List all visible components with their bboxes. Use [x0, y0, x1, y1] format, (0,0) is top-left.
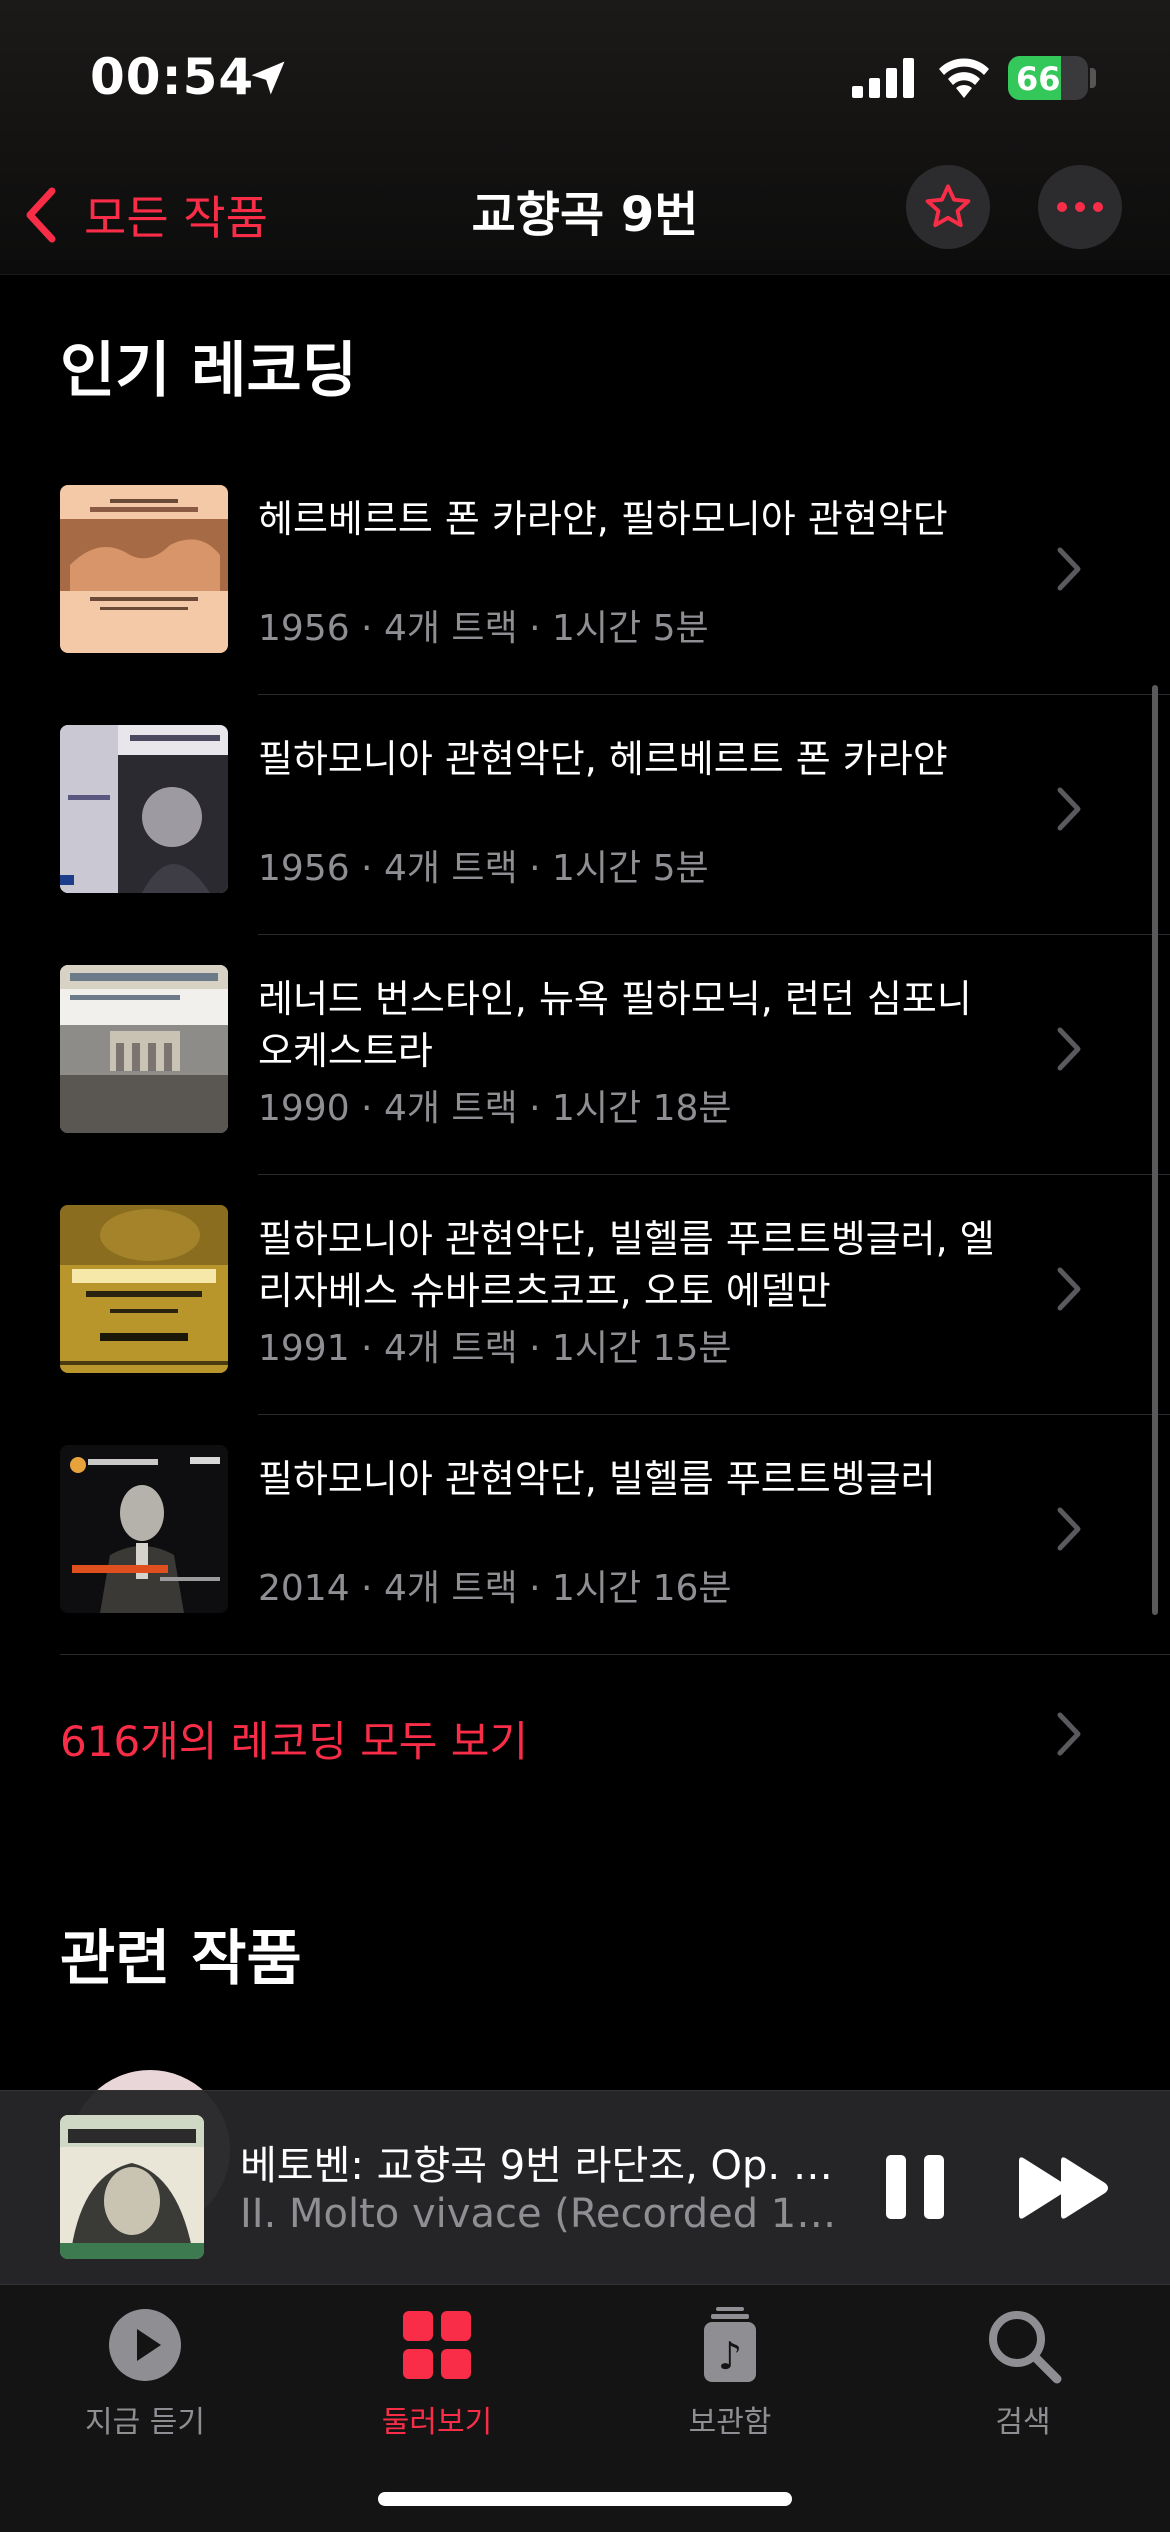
chevron-right-icon	[1057, 787, 1081, 831]
back-button[interactable]: 모든 작품	[22, 180, 268, 250]
star-icon	[925, 184, 971, 228]
recording-title: 레너드 번스타인, 뉴욕 필하모닉, 런던 심포니 오케스트라	[258, 977, 972, 1073]
mini-player[interactable]: 베토벤: 교향곡 9번 라단조, Op. 125 "합창" II. Molto …	[0, 2090, 1170, 2285]
back-button-label: 모든 작품	[84, 191, 268, 245]
status-bar: 00:54 66	[0, 0, 1170, 160]
cellular-signal-icon	[852, 58, 914, 98]
scrollbar[interactable]	[1152, 685, 1158, 1615]
recording-title: 필하모니아 관현악단, 빌헬름 푸르트벵글러	[258, 1457, 936, 1501]
chevron-right-icon	[1057, 1507, 1081, 1551]
recordings-list: 헤르베르트 폰 카라얀, 필하모니아 관현악단 1956 · 4개 트랙 · 1…	[0, 455, 1170, 1655]
recording-meta: 1990 · 4개 트랙 · 1시간 18분	[258, 1088, 732, 1129]
see-all-label: 616개의 레코딩 모두 보기	[60, 1717, 528, 1766]
tab-label: 둘러보기	[381, 2405, 493, 2440]
grid-icon	[403, 2311, 471, 2379]
now-playing-title: 베토벤: 교향곡 9번 라단조, Op. 125 "합창"	[240, 2143, 840, 2189]
album-art	[60, 1205, 228, 1373]
tab-label: 지금 듣기	[85, 2405, 205, 2440]
now-playing-subtitle: II. Molto vivace (Recorded 1955)	[240, 2191, 840, 2237]
pause-button[interactable]	[880, 2147, 950, 2227]
tab-library[interactable]: ♪ 보관함	[605, 2305, 855, 2441]
battery-percentage: 66	[1016, 60, 1061, 98]
chevron-right-icon	[1057, 1267, 1081, 1311]
library-icon: ♪	[704, 2307, 756, 2382]
tab-label: 검색	[995, 2405, 1051, 2440]
svg-text:♪: ♪	[718, 2334, 742, 2378]
tab-label: 보관함	[688, 2405, 772, 2440]
status-time: 00:54	[90, 48, 255, 106]
recording-meta: 1956 · 4개 트랙 · 1시간 5분	[258, 848, 709, 889]
ellipsis-icon	[1057, 202, 1103, 212]
battery-icon: 66	[1008, 56, 1088, 100]
now-playing-artwork	[60, 2115, 204, 2259]
album-art	[60, 725, 228, 893]
chevron-left-icon	[26, 187, 56, 243]
navigation-bar: 모든 작품 교향곡 9번	[0, 160, 1170, 275]
see-all-recordings-button[interactable]: 616개의 레코딩 모두 보기	[0, 1648, 1170, 1823]
recording-meta: 1991 · 4개 트랙 · 1시간 15분	[258, 1328, 732, 1369]
home-indicator[interactable]	[378, 2492, 792, 2506]
tab-listen-now[interactable]: 지금 듣기	[20, 2305, 270, 2441]
recording-row[interactable]: 필하모니아 관현악단, 빌헬름 푸르트벵글러, 엘리자베스 슈바르츠코프, 오토…	[0, 1175, 1170, 1415]
tab-browse[interactable]: 둘러보기	[312, 2305, 562, 2441]
recording-row[interactable]: 헤르베르트 폰 카라얀, 필하모니아 관현악단 1956 · 4개 트랙 · 1…	[0, 455, 1170, 695]
recording-title: 필하모니아 관현악단, 빌헬름 푸르트벵글러, 엘리자베스 슈바르츠코프, 오토…	[258, 1217, 995, 1313]
chevron-right-icon	[1057, 1712, 1081, 1756]
album-art	[60, 1445, 228, 1613]
fast-forward-button[interactable]	[1015, 2153, 1115, 2223]
recording-meta: 2014 · 4개 트랙 · 1시간 16분	[258, 1568, 732, 1609]
chevron-right-icon	[1057, 1027, 1081, 1071]
section-title-popular: 인기 레코딩	[60, 336, 357, 406]
album-art	[60, 485, 228, 653]
play-circle-icon	[109, 2309, 181, 2381]
recording-title: 필하모니아 관현악단, 헤르베르트 폰 카라얀	[258, 737, 948, 781]
battery-nub	[1090, 68, 1096, 88]
search-icon	[989, 2311, 1062, 2384]
recording-row[interactable]: 레너드 번스타인, 뉴욕 필하모닉, 런던 심포니 오케스트라 1990 · 4…	[0, 935, 1170, 1175]
recording-row[interactable]: 필하모니아 관현악단, 헤르베르트 폰 카라얀 1956 · 4개 트랙 · 1…	[0, 695, 1170, 935]
album-art	[60, 965, 228, 1133]
favorite-button[interactable]	[906, 165, 990, 249]
more-options-button[interactable]	[1038, 165, 1122, 249]
recording-row[interactable]: 필하모니아 관현악단, 빌헬름 푸르트벵글러 2014 · 4개 트랙 · 1시…	[0, 1415, 1170, 1655]
location-arrow-icon	[251, 61, 285, 95]
recording-title: 헤르베르트 폰 카라얀, 필하모니아 관현악단	[258, 497, 948, 541]
wifi-icon	[939, 58, 989, 98]
chevron-right-icon	[1057, 547, 1081, 591]
section-title-related: 관련 작품	[60, 1924, 302, 1994]
tab-bar: 지금 듣기 둘러보기 ♪ 보관함 검색	[0, 2285, 1170, 2532]
recording-meta: 1956 · 4개 트랙 · 1시간 5분	[258, 608, 709, 649]
tab-search[interactable]: 검색	[898, 2305, 1148, 2441]
